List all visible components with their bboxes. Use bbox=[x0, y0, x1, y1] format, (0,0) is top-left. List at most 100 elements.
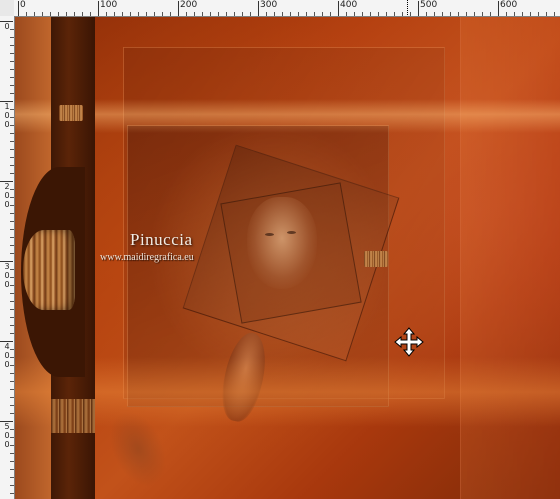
cylinder-ornament-top bbox=[59, 105, 83, 121]
ruler-label-left: 5 bbox=[4, 422, 10, 431]
ruler-tick bbox=[266, 12, 267, 16]
ruler-tick bbox=[146, 12, 147, 16]
ruler-label-top: 500 bbox=[420, 0, 438, 10]
ruler-tick bbox=[418, 1, 419, 16]
ruler-tick bbox=[10, 389, 14, 390]
ruler-tick bbox=[10, 373, 14, 374]
ruler-tick bbox=[10, 53, 14, 54]
ruler-tick bbox=[82, 12, 83, 16]
ruler-tick bbox=[226, 12, 227, 16]
horizontal-ruler[interactable]: 0 100 200 300 400 500 600 bbox=[14, 0, 560, 17]
ruler-tick bbox=[386, 12, 387, 16]
ruler-tick bbox=[18, 1, 19, 16]
ruler-tick bbox=[10, 485, 14, 486]
ruler-tick bbox=[10, 85, 14, 86]
ruler-tick bbox=[330, 12, 331, 16]
ruler-label-left: 0 bbox=[4, 200, 10, 209]
ruler-tick bbox=[250, 12, 251, 16]
ruler-tick bbox=[10, 93, 14, 94]
ruler-tick bbox=[10, 333, 14, 334]
ruler-tick bbox=[154, 12, 155, 16]
portrait-face bbox=[247, 197, 317, 289]
ruler-tick bbox=[26, 12, 27, 16]
cylinder-ornament-large bbox=[23, 230, 75, 310]
image-canvas[interactable]: Pinuccia www.maidiregrafica.eu bbox=[15, 17, 560, 499]
ruler-tick bbox=[90, 12, 91, 16]
ruler-tick bbox=[10, 325, 14, 326]
ruler-tick bbox=[354, 12, 355, 16]
ruler-tick bbox=[490, 12, 491, 16]
ruler-tick bbox=[314, 12, 315, 16]
horizontal-light-band-top bbox=[15, 99, 560, 133]
ruler-label-top: 600 bbox=[500, 0, 518, 10]
ruler-tick bbox=[546, 12, 547, 16]
ruler-tick bbox=[234, 12, 235, 16]
ruler-tick bbox=[10, 221, 14, 222]
ruler-tick bbox=[554, 12, 555, 16]
ruler-tick bbox=[274, 12, 275, 16]
ruler-tick bbox=[98, 1, 99, 16]
ruler-tick bbox=[538, 12, 539, 16]
ruler-tick bbox=[346, 12, 347, 16]
ruler-tick bbox=[10, 133, 14, 134]
ruler-tick bbox=[10, 461, 14, 462]
ruler-tick bbox=[258, 1, 259, 16]
ruler-tick bbox=[10, 237, 14, 238]
ruler-label-top: 400 bbox=[340, 0, 358, 10]
ruler-tick bbox=[170, 12, 171, 16]
ruler-tick bbox=[10, 213, 14, 214]
ruler-tick bbox=[66, 12, 67, 16]
ruler-tick bbox=[202, 12, 203, 16]
ruler-tick bbox=[10, 77, 14, 78]
ruler-label-left: 0 bbox=[4, 22, 10, 31]
ruler-label-left: 0 bbox=[4, 111, 10, 120]
ruler-tick bbox=[106, 12, 107, 16]
ruler-tick bbox=[338, 1, 339, 16]
ruler-tick bbox=[10, 397, 14, 398]
ruler-tick bbox=[10, 477, 14, 478]
face-eye-left bbox=[265, 233, 274, 236]
ruler-tick bbox=[322, 12, 323, 16]
ruler-tick bbox=[10, 37, 14, 38]
ruler-tick bbox=[194, 12, 195, 16]
ruler-label-top: 200 bbox=[180, 0, 198, 10]
ruler-label-left: 0 bbox=[4, 120, 10, 129]
ruler-tick bbox=[10, 309, 14, 310]
ruler-tick bbox=[50, 12, 51, 16]
ruler-tick bbox=[34, 12, 35, 16]
horizontal-light-band-bottom bbox=[15, 357, 560, 427]
ruler-tick bbox=[10, 413, 14, 414]
ruler-tick bbox=[394, 12, 395, 16]
ruler-label-left: 0 bbox=[4, 351, 10, 360]
ruler-tick bbox=[10, 45, 14, 46]
ruler-tick bbox=[282, 12, 283, 16]
move-cursor-icon bbox=[394, 327, 424, 357]
ruler-label-left: 0 bbox=[4, 271, 10, 280]
ruler-tick bbox=[10, 253, 14, 254]
ruler-tick bbox=[434, 12, 435, 16]
ruler-tick bbox=[218, 12, 219, 16]
ruler-tick bbox=[298, 12, 299, 16]
ruler-label-left: 3 bbox=[4, 262, 10, 271]
face-eye-right bbox=[287, 231, 296, 234]
ruler-tick bbox=[42, 12, 43, 16]
ruler-label-top: 100 bbox=[100, 0, 118, 10]
ruler-tick bbox=[10, 469, 14, 470]
ruler-tick bbox=[306, 12, 307, 16]
ruler-label-left: 2 bbox=[4, 182, 10, 191]
ruler-cursor-marker bbox=[407, 0, 408, 15]
vertical-ruler[interactable]: 0100200300400500 bbox=[0, 16, 15, 499]
ruler-tick bbox=[10, 61, 14, 62]
ruler-label-left: 0 bbox=[4, 191, 10, 200]
ruler-tick bbox=[442, 12, 443, 16]
watermark-title: Pinuccia bbox=[130, 230, 193, 249]
ruler-label-left: 1 bbox=[4, 102, 10, 111]
cylinder-ornament-right bbox=[364, 251, 388, 267]
ruler-tick bbox=[506, 12, 507, 16]
ruler-tick bbox=[410, 12, 411, 16]
ruler-tick bbox=[10, 69, 14, 70]
ruler-label-left: 0 bbox=[4, 280, 10, 289]
ruler-corner bbox=[0, 0, 15, 17]
ruler-tick bbox=[74, 12, 75, 16]
ruler-tick bbox=[362, 12, 363, 16]
